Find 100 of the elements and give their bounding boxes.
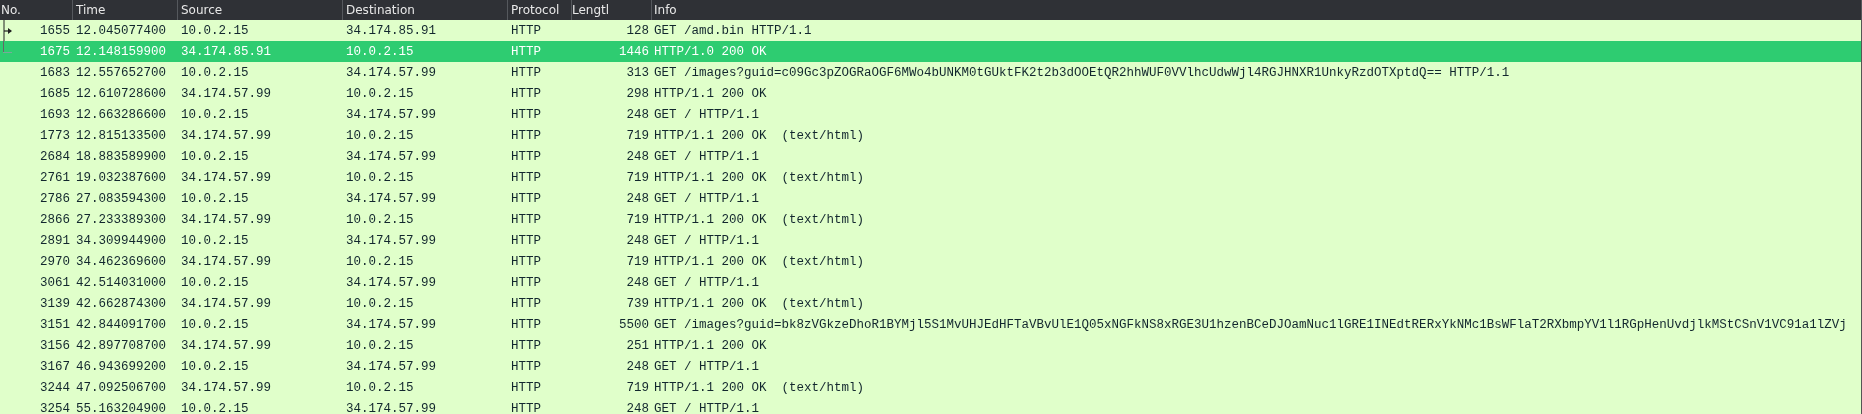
- packet-row[interactable]: 1683 12.557652700 10.0.2.15 34.174.57.99 HTTP 313 GET /images?guid=c09Gc3pZOGRaOGF6MWo4bUNKM0tGUktFK2t2b3dOOEtQR2hhWUF0VVlhcUdwWjl4RGJHNXR1UnkyRzdOTXptdQ== HTTP/1.1: [0, 62, 1862, 83]
- time-cell: 27.233389300: [76, 212, 166, 227]
- destination-cell: 34.174.57.99: [346, 233, 436, 248]
- destination-cell: 34.174.57.99: [346, 359, 436, 374]
- protocol-cell: HTTP: [511, 401, 541, 414]
- packet-number: 1655: [40, 23, 70, 38]
- packet-number: 2970: [40, 254, 70, 269]
- destination-cell: 10.0.2.15: [346, 212, 414, 227]
- packet-row[interactable]: 1773 12.815133500 34.174.57.99 10.0.2.15 HTTP 719 HTTP/1.1 200 OK (text/html): [0, 125, 1862, 146]
- source-cell: 10.0.2.15: [181, 317, 249, 332]
- info-cell: GET /images?guid=c09Gc3pZOGRaOGF6MWo4bUNKM0tGUktFK2t2b3dOOEtQR2hhWUF0VVlhcUdwWjl4RGJHNXR1UnkyRzdOTXptdQ== HTTP/1.1: [654, 65, 1510, 80]
- info-cell: GET / HTTP/1.1: [654, 401, 760, 414]
- packet-row[interactable]: 3254 55.163204900 10.0.2.15 34.174.57.99 HTTP 248 GET / HTTP/1.1: [0, 398, 1862, 414]
- info-cell: GET /amd.bin HTTP/1.1: [654, 23, 812, 38]
- time-cell: 12.663286600: [76, 107, 166, 122]
- time-cell: 42.662874300: [76, 296, 166, 311]
- column-header[interactable]: Time: [73, 0, 178, 20]
- source-cell: 10.0.2.15: [181, 23, 249, 38]
- source-cell: 34.174.57.99: [181, 86, 271, 101]
- destination-cell: 10.0.2.15: [346, 296, 414, 311]
- packet-row[interactable]: 1693 12.663286600 10.0.2.15 34.174.57.99 HTTP 248 GET / HTTP/1.1: [0, 104, 1862, 125]
- protocol-cell: HTTP: [511, 275, 541, 290]
- destination-cell: 34.174.57.99: [346, 65, 436, 80]
- info-cell: GET / HTTP/1.1: [654, 359, 760, 374]
- info-cell: HTTP/1.0 200 OK: [654, 44, 767, 59]
- time-cell: 18.883589900: [76, 149, 166, 164]
- source-cell: 34.174.85.91: [181, 44, 271, 59]
- packet-row[interactable]: 2891 34.309944900 10.0.2.15 34.174.57.99 HTTP 248 GET / HTTP/1.1: [0, 230, 1862, 251]
- packet-number: 3061: [40, 275, 70, 290]
- source-cell: 10.0.2.15: [181, 149, 249, 164]
- length-cell: 739: [626, 296, 649, 311]
- packet-row[interactable]: 2970 34.462369600 34.174.57.99 10.0.2.15 HTTP 719 HTTP/1.1 200 OK (text/html): [0, 251, 1862, 272]
- destination-cell: 34.174.57.99: [346, 317, 436, 332]
- protocol-cell: HTTP: [511, 212, 541, 227]
- time-cell: 34.309944900: [76, 233, 166, 248]
- length-cell: 313: [626, 65, 649, 80]
- destination-cell: 10.0.2.15: [346, 338, 414, 353]
- destination-cell: 34.174.57.99: [346, 149, 436, 164]
- packet-row[interactable]: 3139 42.662874300 34.174.57.99 10.0.2.15 HTTP 739 HTTP/1.1 200 OK (text/html): [0, 293, 1862, 314]
- protocol-cell: HTTP: [511, 128, 541, 143]
- column-header[interactable]: Protocol: [508, 0, 572, 20]
- time-cell: 12.148159900: [76, 44, 166, 59]
- protocol-cell: HTTP: [511, 254, 541, 269]
- source-cell: 34.174.57.99: [181, 170, 271, 185]
- column-header[interactable]: Info: [652, 0, 1862, 20]
- column-header[interactable]: Lengtl: [572, 0, 652, 20]
- length-cell: 251: [626, 338, 649, 353]
- protocol-cell: HTTP: [511, 359, 541, 374]
- time-cell: 42.514031000: [76, 275, 166, 290]
- packet-number: 1683: [40, 65, 70, 80]
- protocol-cell: HTTP: [511, 86, 541, 101]
- protocol-cell: HTTP: [511, 107, 541, 122]
- destination-cell: 34.174.85.91: [346, 23, 436, 38]
- packet-row[interactable]: 1685 12.610728600 34.174.57.99 10.0.2.15 HTTP 298 HTTP/1.1 200 OK: [0, 83, 1862, 104]
- destination-cell: 10.0.2.15: [346, 44, 414, 59]
- info-cell: GET / HTTP/1.1: [654, 107, 760, 122]
- packet-row[interactable]: 3244 47.092506700 34.174.57.99 10.0.2.15 HTTP 719 HTTP/1.1 200 OK (text/html): [0, 377, 1862, 398]
- info-cell: HTTP/1.1 200 OK (text/html): [654, 170, 865, 185]
- packet-number: 1693: [40, 107, 70, 122]
- source-cell: 10.0.2.15: [181, 401, 249, 414]
- source-cell: 10.0.2.15: [181, 191, 249, 206]
- source-cell: 34.174.57.99: [181, 338, 271, 353]
- source-cell: 10.0.2.15: [181, 359, 249, 374]
- column-header[interactable]: No.: [0, 0, 73, 20]
- packet-row[interactable]: 2786 27.083594300 10.0.2.15 34.174.57.99 HTTP 248 GET / HTTP/1.1: [0, 188, 1862, 209]
- time-cell: 47.092506700: [76, 380, 166, 395]
- protocol-cell: HTTP: [511, 380, 541, 395]
- length-cell: 128: [626, 23, 649, 38]
- time-cell: 19.032387600: [76, 170, 166, 185]
- column-header[interactable]: Destination: [343, 0, 508, 20]
- protocol-cell: HTTP: [511, 23, 541, 38]
- info-cell: HTTP/1.1 200 OK: [654, 86, 767, 101]
- packet-row[interactable]: 2684 18.883589900 10.0.2.15 34.174.57.99 HTTP 248 GET / HTTP/1.1: [0, 146, 1862, 167]
- destination-cell: 34.174.57.99: [346, 191, 436, 206]
- info-cell: HTTP/1.1 200 OK (text/html): [654, 296, 865, 311]
- destination-cell: 34.174.57.99: [346, 401, 436, 414]
- length-cell: 248: [626, 233, 649, 248]
- packet-row[interactable]: 3167 46.943699200 10.0.2.15 34.174.57.99 HTTP 248 GET / HTTP/1.1: [0, 356, 1862, 377]
- protocol-cell: HTTP: [511, 233, 541, 248]
- packet-number: 1685: [40, 86, 70, 101]
- destination-cell: 34.174.57.99: [346, 275, 436, 290]
- packet-row[interactable]: 2761 19.032387600 34.174.57.99 10.0.2.15 HTTP 719 HTTP/1.1 200 OK (text/html): [0, 167, 1862, 188]
- protocol-cell: HTTP: [511, 44, 541, 59]
- length-cell: 719: [626, 254, 649, 269]
- packet-number: 1773: [40, 128, 70, 143]
- time-cell: 34.462369600: [76, 254, 166, 269]
- protocol-cell: HTTP: [511, 149, 541, 164]
- source-cell: 34.174.57.99: [181, 254, 271, 269]
- packet-number: 2891: [40, 233, 70, 248]
- column-header[interactable]: Source: [178, 0, 343, 20]
- packet-row[interactable]: 2866 27.233389300 34.174.57.99 10.0.2.15 HTTP 719 HTTP/1.1 200 OK (text/html): [0, 209, 1862, 230]
- packet-row[interactable]: 3156 42.897708700 34.174.57.99 10.0.2.15 HTTP 251 HTTP/1.1 200 OK: [0, 335, 1862, 356]
- packet-number: 3151: [40, 317, 70, 332]
- packet-number: 3254: [40, 401, 70, 414]
- packet-row[interactable]: 3061 42.514031000 10.0.2.15 34.174.57.99 HTTP 248 GET / HTTP/1.1: [0, 272, 1862, 293]
- packet-number: 3244: [40, 380, 70, 395]
- packet-number: 2866: [40, 212, 70, 227]
- length-cell: 1446: [619, 44, 649, 59]
- protocol-cell: HTTP: [511, 296, 541, 311]
- protocol-cell: HTTP: [511, 317, 541, 332]
